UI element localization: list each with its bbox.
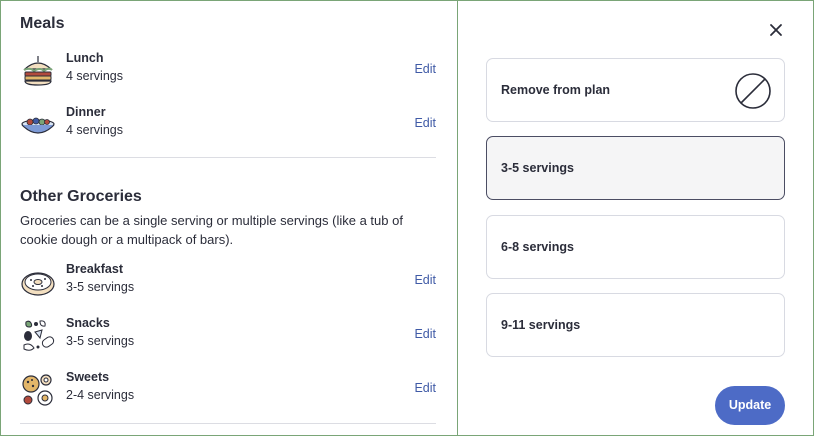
bagel-icon bbox=[21, 272, 55, 296]
option-9-11-servings[interactable]: 9-11 servings bbox=[486, 293, 785, 357]
edit-breakfast-button[interactable]: Edit bbox=[414, 273, 436, 287]
option-label: 9-11 servings bbox=[501, 318, 581, 332]
grocery-row-sweets: Sweets 2-4 servings Edit bbox=[20, 370, 436, 410]
remove-icon bbox=[735, 73, 771, 109]
servings-panel: Remove from plan 3-5 servings 6-8 servin… bbox=[457, 0, 814, 436]
snacks-icon bbox=[23, 320, 55, 351]
meal-row-dinner: Dinner 4 servings Edit bbox=[20, 105, 436, 145]
grocery-row-snacks: Snacks 3-5 servings Edit bbox=[20, 316, 436, 356]
grocery-servings: 2-4 servings bbox=[66, 388, 135, 402]
edit-lunch-button[interactable]: Edit bbox=[414, 62, 436, 76]
option-label: Remove from plan bbox=[501, 83, 611, 97]
sandwich-icon bbox=[23, 56, 53, 86]
option-label: 3-5 servings bbox=[501, 161, 574, 175]
bowl-icon bbox=[21, 117, 55, 134]
meal-name: Dinner bbox=[66, 105, 106, 119]
grocery-row-breakfast: Breakfast 3-5 servings Edit bbox=[20, 262, 436, 302]
edit-sweets-button[interactable]: Edit bbox=[414, 381, 436, 395]
edit-dinner-button[interactable]: Edit bbox=[414, 116, 436, 130]
meals-panel: Meals Lunch 4 servings Edit Dinner 4 ser… bbox=[0, 0, 458, 436]
grocery-name: Sweets bbox=[66, 370, 110, 384]
option-3-5-servings[interactable]: 3-5 servings bbox=[486, 136, 785, 200]
groceries-description: Groceries can be a single serving or mul… bbox=[20, 213, 403, 247]
remove-from-plan-button[interactable]: Remove from plan bbox=[486, 58, 785, 122]
meal-name: Lunch bbox=[66, 51, 104, 65]
section-divider bbox=[20, 157, 436, 158]
meals-title: Meals bbox=[20, 15, 65, 32]
grocery-name: Breakfast bbox=[66, 262, 123, 276]
cookies-icon bbox=[22, 374, 53, 406]
edit-snacks-button[interactable]: Edit bbox=[414, 327, 436, 341]
groceries-title: Other Groceries bbox=[20, 188, 142, 205]
option-label: 6-8 servings bbox=[501, 240, 574, 254]
section-divider bbox=[20, 423, 436, 424]
grocery-servings: 3-5 servings bbox=[66, 280, 135, 294]
close-icon[interactable] bbox=[766, 20, 786, 40]
update-button[interactable]: Update bbox=[715, 386, 785, 425]
meal-servings: 4 servings bbox=[66, 69, 123, 83]
meal-row-lunch: Lunch 4 servings Edit bbox=[20, 51, 436, 91]
meal-servings: 4 servings bbox=[66, 123, 123, 137]
option-6-8-servings[interactable]: 6-8 servings bbox=[486, 215, 785, 279]
grocery-name: Snacks bbox=[66, 316, 110, 330]
grocery-servings: 3-5 servings bbox=[66, 334, 135, 348]
